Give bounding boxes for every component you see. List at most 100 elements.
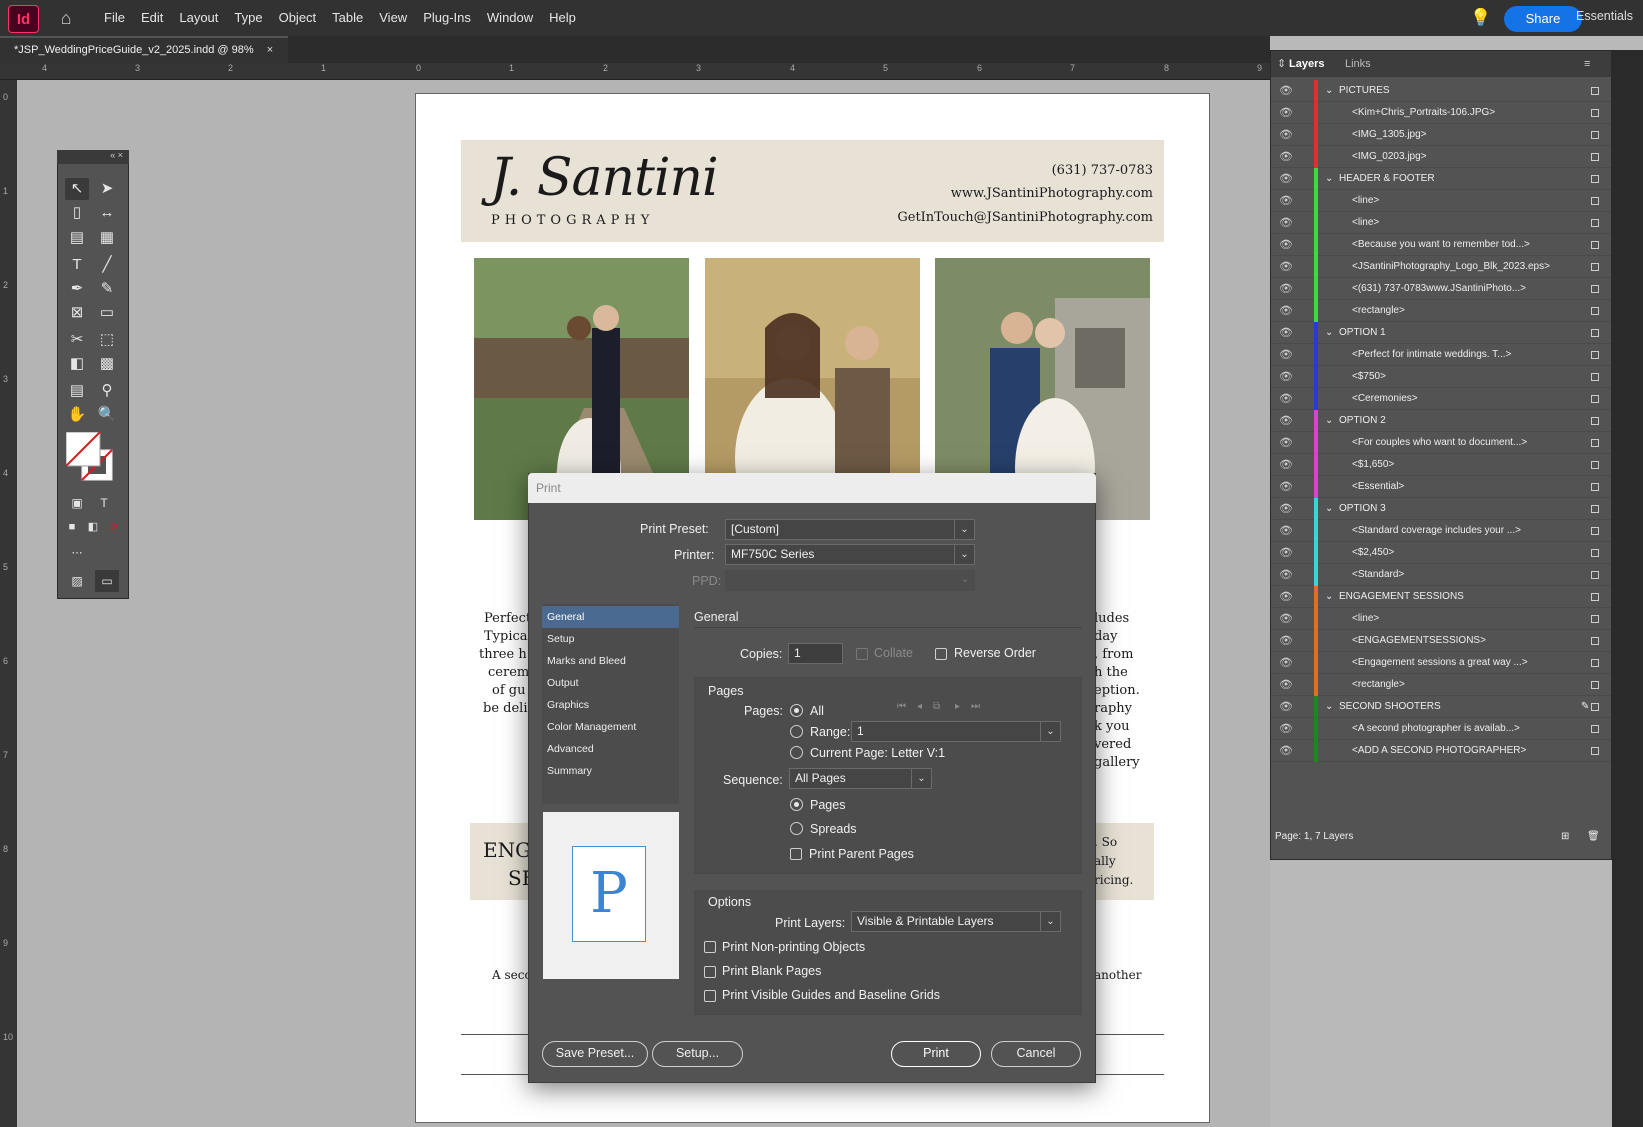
tab-layers[interactable]: Layers xyxy=(1289,51,1324,77)
gap-tool-icon[interactable]: ↔ xyxy=(95,202,119,224)
menu-object[interactable]: Object xyxy=(271,0,325,36)
selection-square-icon[interactable] xyxy=(1591,593,1599,601)
category-general[interactable]: General xyxy=(542,606,679,628)
selection-square-icon[interactable] xyxy=(1591,659,1599,667)
visibility-eye-icon[interactable]: 👁 xyxy=(1279,740,1293,762)
apply-none-icon[interactable]: ⧄ xyxy=(102,516,126,538)
selection-square-icon[interactable] xyxy=(1591,505,1599,513)
visibility-eye-icon[interactable]: 👁 xyxy=(1279,322,1293,344)
selection-square-icon[interactable] xyxy=(1591,549,1599,557)
visibility-eye-icon[interactable]: 👁 xyxy=(1279,476,1293,498)
expand-chevron-icon[interactable]: ⌄ xyxy=(1325,410,1333,432)
visibility-eye-icon[interactable]: 👁 xyxy=(1279,432,1293,454)
content-collector-icon[interactable]: ▤ xyxy=(65,227,89,249)
selection-square-icon[interactable] xyxy=(1591,109,1599,117)
tab-links[interactable]: Links xyxy=(1345,51,1371,77)
visibility-eye-icon[interactable]: 👁 xyxy=(1279,586,1293,608)
selection-square-icon[interactable] xyxy=(1591,439,1599,447)
selection-square-icon[interactable] xyxy=(1591,285,1599,293)
screen-mode-icon[interactable]: ⋯ xyxy=(65,542,89,564)
selection-square-icon[interactable] xyxy=(1591,197,1599,205)
category-graphics[interactable]: Graphics xyxy=(542,694,679,716)
category-color-management[interactable]: Color Management xyxy=(542,716,679,738)
selection-tool-icon[interactable]: ↖ xyxy=(65,178,89,200)
layer-item-row[interactable]: 👁 <Ceremonies> xyxy=(1271,388,1611,410)
layer-item-row[interactable]: 👁 <A second photographer is availab...> xyxy=(1271,718,1611,740)
menu-file[interactable]: File xyxy=(96,0,133,36)
horizontal-ruler[interactable]: 4 3 2 1 0 1 2 3 4 5 6 7 8 9 xyxy=(0,63,1270,80)
layer-item-row[interactable]: 👁 <Standard coverage includes your ...> xyxy=(1271,520,1611,542)
current-page-radio[interactable] xyxy=(790,746,803,759)
selection-square-icon[interactable] xyxy=(1591,615,1599,623)
line-tool-icon[interactable]: ╱ xyxy=(95,254,119,276)
selection-square-icon[interactable] xyxy=(1591,153,1599,161)
sequence-dropdown[interactable]: All Pages ⌄ xyxy=(789,768,932,789)
selection-square-icon[interactable] xyxy=(1591,307,1599,315)
formatting-container-icon[interactable]: ▣ xyxy=(65,492,89,514)
layer-item-row[interactable]: 👁 <line> xyxy=(1271,212,1611,234)
selection-square-icon[interactable] xyxy=(1591,263,1599,271)
visibility-eye-icon[interactable]: 👁 xyxy=(1279,454,1293,476)
range-input[interactable]: 1 ⌄ xyxy=(851,721,1061,742)
selection-square-icon[interactable] xyxy=(1591,483,1599,491)
gradient-swatch-tool-icon[interactable]: ◧ xyxy=(65,353,89,375)
visibility-eye-icon[interactable]: 👁 xyxy=(1279,256,1293,278)
visibility-eye-icon[interactable]: 👁 xyxy=(1279,696,1293,718)
print-preset-dropdown[interactable]: [Custom] ⌄ xyxy=(725,519,975,540)
guides-checkbox[interactable] xyxy=(704,990,716,1002)
visibility-eye-icon[interactable]: 👁 xyxy=(1279,520,1293,542)
visibility-eye-icon[interactable]: 👁 xyxy=(1279,344,1293,366)
menu-plugins[interactable]: Plug-Ins xyxy=(415,0,479,36)
visibility-eye-icon[interactable]: 👁 xyxy=(1279,388,1293,410)
category-output[interactable]: Output xyxy=(542,672,679,694)
new-layer-icon[interactable]: ⊞ xyxy=(1561,823,1569,851)
selection-square-icon[interactable] xyxy=(1591,461,1599,469)
category-setup[interactable]: Setup xyxy=(542,628,679,650)
gradient-feather-tool-icon[interactable]: ▩ xyxy=(95,353,119,375)
pages-range-radio[interactable] xyxy=(790,725,803,738)
menu-help[interactable]: Help xyxy=(541,0,584,36)
pages-all-radio[interactable] xyxy=(790,704,803,717)
selection-square-icon[interactable] xyxy=(1591,351,1599,359)
layer-item-row[interactable]: 👁 <IMG_0203.jpg> xyxy=(1271,146,1611,168)
visibility-eye-icon[interactable]: 👁 xyxy=(1279,146,1293,168)
layer-item-row[interactable]: 👁 <IMG_1305.jpg> xyxy=(1271,124,1611,146)
layer-item-row[interactable]: 👁 <line> xyxy=(1271,608,1611,630)
hand-tool-icon[interactable]: ✋ xyxy=(65,404,89,426)
content-placer-icon[interactable]: ▦ xyxy=(95,227,119,249)
menu-layout[interactable]: Layout xyxy=(171,0,226,36)
spreads-radio[interactable] xyxy=(790,822,803,835)
menu-edit[interactable]: Edit xyxy=(133,0,171,36)
layer-row[interactable]: 👁 ⌄ PICTURES xyxy=(1271,80,1611,102)
visibility-eye-icon[interactable]: 👁 xyxy=(1279,674,1293,696)
preview-mode-icon[interactable]: ▭ xyxy=(95,570,119,592)
layer-item-row[interactable]: 👁 <rectangle> xyxy=(1271,300,1611,322)
lightbulb-icon[interactable]: 💡 xyxy=(1470,8,1491,28)
workspace-switcher[interactable]: Essentials xyxy=(1576,9,1633,23)
menu-type[interactable]: Type xyxy=(226,0,270,36)
selection-square-icon[interactable] xyxy=(1591,571,1599,579)
layer-item-row[interactable]: 👁 <Standard> xyxy=(1271,564,1611,586)
visibility-eye-icon[interactable]: 👁 xyxy=(1279,212,1293,234)
expand-chevron-icon[interactable]: ⌄ xyxy=(1325,322,1333,344)
layer-item-row[interactable]: 👁 <Kim+Chris_Portraits-106.JPG> xyxy=(1271,102,1611,124)
page-tool-icon[interactable]: ▯ xyxy=(65,202,89,224)
selection-square-icon[interactable] xyxy=(1591,329,1599,337)
layer-item-row[interactable]: 👁 <ENGAGEMENTSESSIONS> xyxy=(1271,630,1611,652)
rectangle-tool-icon[interactable]: ▭ xyxy=(95,302,119,324)
menu-view[interactable]: View xyxy=(371,0,415,36)
layer-item-row[interactable]: 👁 <$1,650> xyxy=(1271,454,1611,476)
print-button[interactable]: Print xyxy=(891,1041,981,1067)
visibility-eye-icon[interactable]: 👁 xyxy=(1279,300,1293,322)
rectangle-frame-tool-icon[interactable]: ⊠ xyxy=(65,302,89,324)
formatting-text-icon[interactable]: T xyxy=(92,492,116,514)
pen-tool-icon[interactable]: ✒ xyxy=(65,278,89,300)
panel-menu-icon[interactable]: ≡ xyxy=(1584,51,1590,77)
visibility-eye-icon[interactable]: 👁 xyxy=(1279,498,1293,520)
selection-square-icon[interactable] xyxy=(1591,637,1599,645)
layer-item-row[interactable]: 👁 <For couples who want to document...> xyxy=(1271,432,1611,454)
trash-icon[interactable]: 🗑 xyxy=(1587,823,1600,851)
visibility-eye-icon[interactable]: 👁 xyxy=(1279,278,1293,300)
visibility-eye-icon[interactable]: 👁 xyxy=(1279,234,1293,256)
selection-square-icon[interactable] xyxy=(1591,681,1599,689)
